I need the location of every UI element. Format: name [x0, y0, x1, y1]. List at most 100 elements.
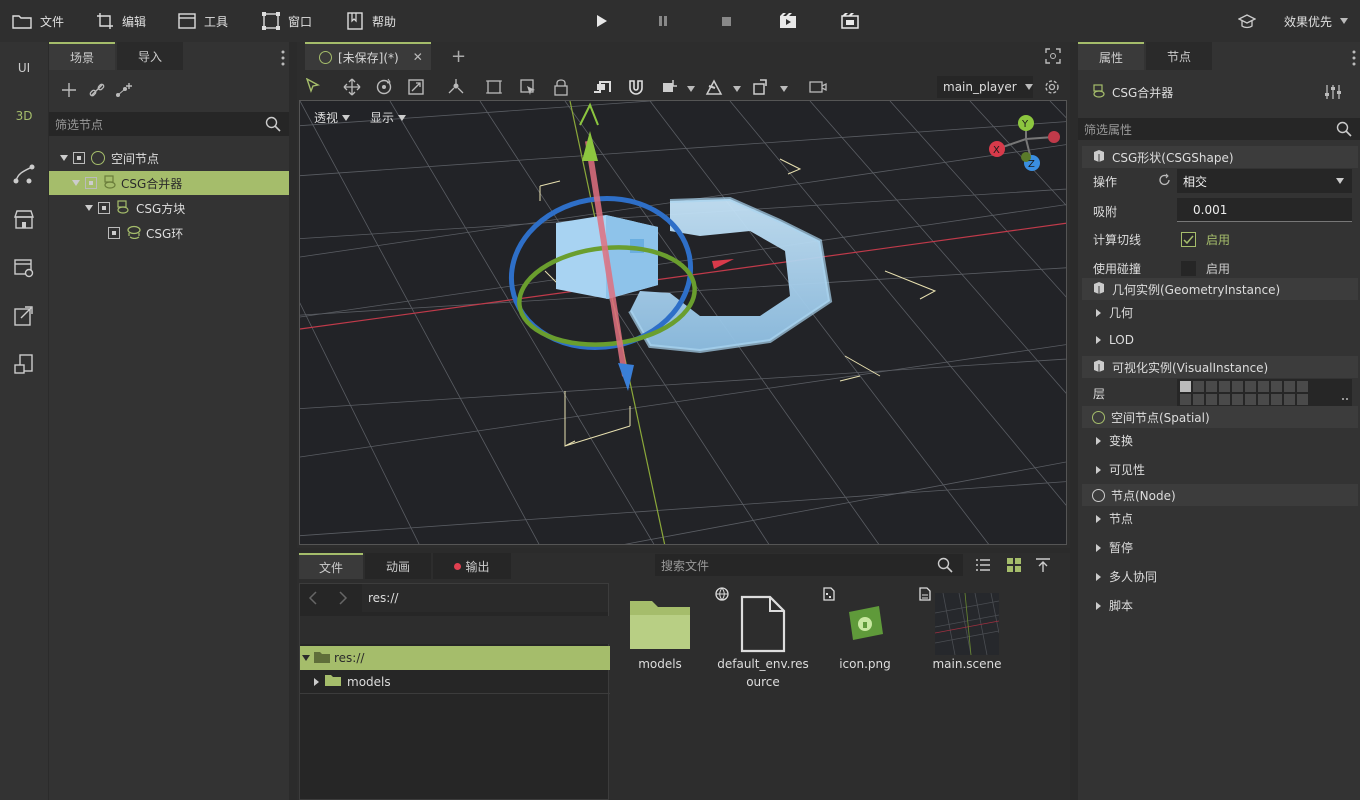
search-icon[interactable] [937, 557, 953, 576]
move-tool-icon[interactable] [343, 78, 361, 99]
chevron-down-icon[interactable] [780, 86, 788, 92]
stop-icon[interactable] [717, 12, 735, 30]
section-node[interactable]: 节点(Node) [1082, 484, 1358, 506]
section-spatial[interactable]: 空间节点(Spatial) [1082, 406, 1358, 428]
collapse-arrow-icon[interactable] [302, 655, 310, 661]
filter-properties-input[interactable]: 筛选属性 [1078, 118, 1360, 140]
calc-tangents-checkbox[interactable]: 启用 [1181, 231, 1230, 248]
collapse-arrow-icon[interactable] [60, 155, 68, 161]
expand-arrow-icon[interactable] [314, 677, 319, 686]
snap-grid-icon[interactable] [485, 78, 503, 99]
filter-nodes-input[interactable]: 筛选节点 [49, 112, 289, 136]
3d-mode-button[interactable]: 3D [10, 102, 38, 130]
group-pause[interactable]: 暂停 [1096, 539, 1133, 556]
snap-mode-4-icon[interactable] [751, 78, 769, 99]
path-icon[interactable] [10, 160, 38, 188]
add-tab-icon[interactable]: + [451, 46, 466, 67]
section-visual-instance[interactable]: 可视化实例(VisualInstance) [1082, 356, 1358, 378]
magnet-icon[interactable] [627, 78, 645, 99]
play-custom-scene-icon[interactable] [841, 12, 859, 30]
group-lod[interactable]: LOD [1096, 333, 1134, 347]
scene-tab[interactable]: [未保存](*) ✕ [305, 42, 431, 70]
local-space-icon[interactable] [447, 78, 465, 99]
collapse-panel-icon[interactable] [1035, 558, 1051, 575]
collapse-arrow-icon[interactable] [85, 205, 93, 211]
tree-node-spatial[interactable]: 空间节点 [49, 146, 289, 170]
group-script[interactable]: 脚本 [1096, 597, 1133, 614]
section-geometry-instance[interactable]: 几何实例(GeometryInstance) [1082, 278, 1358, 300]
distraction-free-icon[interactable] [1045, 48, 1061, 67]
grid-view-icon[interactable] [1007, 558, 1021, 575]
play-scene-icon[interactable] [779, 12, 797, 30]
menu-edit[interactable]: 编辑 [96, 0, 146, 42]
layers-grid[interactable] [1177, 379, 1352, 407]
path-input[interactable]: res:// [362, 584, 608, 612]
collapse-arrow-icon[interactable] [72, 180, 80, 186]
section-csgshape[interactable]: CSG形状(CSGShape) [1082, 146, 1358, 168]
display-menu[interactable]: 显示 [370, 109, 407, 126]
menu-window[interactable]: 窗口 [262, 0, 312, 42]
visibility-checkbox[interactable] [98, 202, 110, 214]
dock-menu-icon[interactable] [281, 50, 285, 66]
operation-select[interactable]: 相交 [1177, 169, 1352, 193]
tab-import[interactable]: 导入 [117, 42, 183, 70]
close-tab-icon[interactable]: ✕ [413, 50, 423, 64]
tree-node-csg-torus[interactable]: CSG环 [49, 221, 289, 245]
link-icon[interactable] [89, 82, 105, 101]
move-gizmo-y-arrow[interactable] [582, 131, 598, 161]
snap-mode-2-icon[interactable] [661, 78, 679, 99]
file-item-main-scene[interactable]: main.scene [917, 587, 1017, 673]
search-icon[interactable] [1336, 121, 1352, 140]
tab-node[interactable]: 节点 [1146, 42, 1212, 70]
project-settings-icon[interactable] [10, 254, 38, 282]
group-multiplayer[interactable]: 多人协同 [1096, 568, 1157, 585]
tree-node-csg-box[interactable]: CSG方块 [49, 196, 289, 220]
perspective-menu[interactable]: 透视 [314, 109, 351, 126]
visibility-checkbox[interactable] [73, 152, 85, 164]
asset-store-icon[interactable] [10, 206, 38, 234]
visibility-checkbox[interactable] [108, 227, 120, 239]
viewport-settings-icon[interactable] [1043, 78, 1061, 99]
tab-scene[interactable]: 场景 [49, 42, 115, 70]
select-group-icon[interactable] [519, 78, 537, 99]
search-icon[interactable] [265, 116, 281, 135]
move-gizmo-x-arrow[interactable] [712, 259, 734, 269]
chevron-down-icon[interactable] [733, 86, 741, 92]
menu-help[interactable]: 帮助 [346, 0, 396, 42]
object-properties-icon[interactable] [1324, 84, 1342, 103]
camera-preview-icon[interactable] [809, 79, 827, 98]
instance-scene-icon[interactable] [115, 82, 133, 101]
menu-tools[interactable]: 工具 [178, 0, 228, 42]
group-geometry[interactable]: 几何 [1096, 304, 1133, 321]
group-node[interactable]: 节点 [1096, 510, 1133, 527]
tab-properties[interactable]: 属性 [1078, 42, 1144, 70]
tree-item-res[interactable]: res:// [300, 646, 610, 670]
remote-debug-icon[interactable] [10, 350, 38, 378]
tree-item-models[interactable]: models [300, 670, 610, 694]
3d-viewport[interactable]: Y X Z 透视 显示 [299, 100, 1067, 545]
snap-mode-3-icon[interactable] [705, 78, 723, 99]
snap-mode-1-icon[interactable] [593, 78, 611, 99]
export-icon[interactable] [10, 302, 38, 330]
revert-icon[interactable] [1158, 173, 1172, 190]
viewport-canvas[interactable]: Y X Z [300, 101, 1067, 545]
tab-files[interactable]: 文件 [299, 553, 363, 579]
search-files-input[interactable]: 搜索文件 [655, 554, 963, 576]
file-item-models[interactable]: models [610, 593, 710, 673]
view-gizmo[interactable]: Y X Z [989, 115, 1060, 171]
visibility-checkbox[interactable] [85, 177, 97, 189]
snap-input[interactable]: 0.001 [1177, 198, 1352, 222]
back-arrow-icon[interactable] [308, 590, 318, 609]
lock-icon[interactable] [553, 78, 569, 99]
menu-file[interactable]: 文件 [12, 0, 64, 42]
chevron-down-icon[interactable] [687, 86, 695, 92]
select-tool-icon[interactable] [305, 77, 321, 97]
file-item-icon-png[interactable]: icon.png [815, 587, 915, 673]
tab-animation[interactable]: 动画 [365, 553, 431, 579]
group-visibility[interactable]: 可见性 [1096, 461, 1145, 478]
ui-mode-button[interactable]: UI [10, 54, 38, 82]
group-transform[interactable]: 变换 [1096, 432, 1133, 449]
tab-output[interactable]: 输出 [433, 553, 511, 579]
rotate-tool-icon[interactable] [375, 78, 393, 99]
render-mode-select[interactable]: 效果优先 [1284, 0, 1349, 42]
